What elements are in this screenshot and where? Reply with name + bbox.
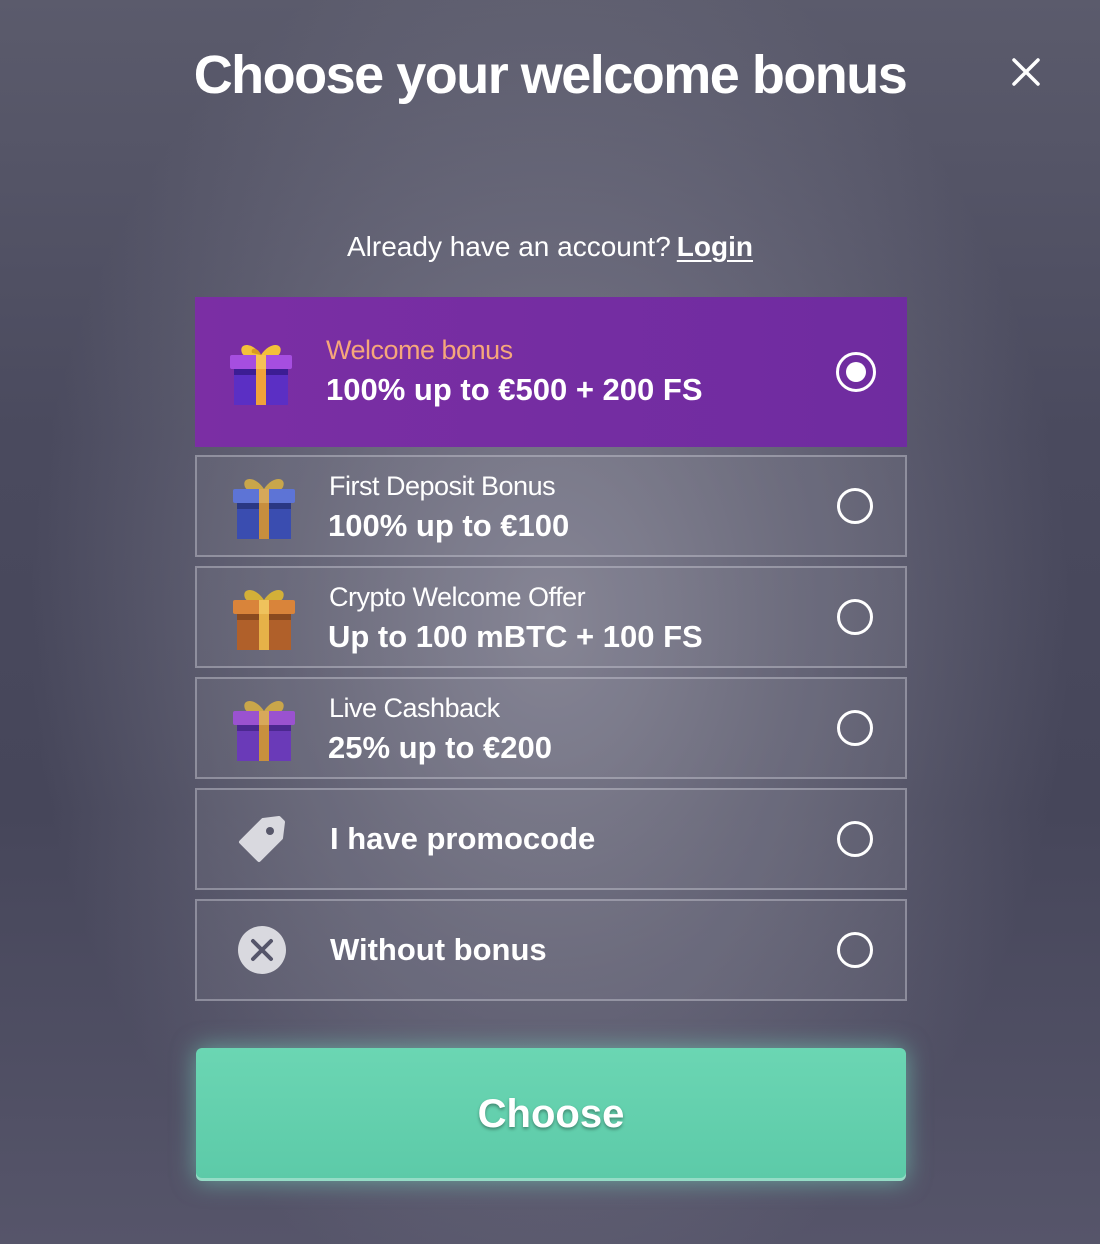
bonus-label: Live Cashback (329, 693, 500, 723)
choose-button[interactable]: Choose (196, 1048, 906, 1181)
dialog-title: Choose your welcome bonus (193, 45, 908, 105)
bonus-label: First Deposit Bonus (329, 471, 556, 501)
promocode-label: I have promocode (330, 821, 596, 856)
close-icon (1012, 58, 1040, 86)
bonus-value: Up to 100 mBTC + 100 FS (328, 619, 703, 654)
bonus-option-first-deposit[interactable]: First Deposit Bonus 100% up to €100 (195, 455, 907, 557)
bonus-label: Welcome bonus (326, 335, 513, 365)
bonus-options: Welcome bonus 100% up to €500 + 200 FS F… (195, 297, 907, 1010)
bonus-option-promocode[interactable]: I have promocode (195, 788, 907, 890)
bonus-value: 100% up to €500 + 200 FS (326, 372, 703, 407)
gift-blue-icon (231, 471, 297, 541)
login-link[interactable]: Login (677, 231, 753, 262)
radio-button[interactable] (837, 710, 873, 746)
account-prompt-text: Already have an account? (347, 231, 671, 262)
gift-purple-icon (231, 693, 297, 763)
x-circle-icon (231, 915, 297, 985)
gift-orange-icon (231, 582, 297, 652)
without-bonus-label: Without bonus (330, 932, 547, 967)
radio-button[interactable] (837, 488, 873, 524)
gift-purple-icon (228, 337, 294, 407)
bonus-option-welcome[interactable]: Welcome bonus 100% up to €500 + 200 FS (195, 297, 907, 447)
bonus-option-crypto[interactable]: Crypto Welcome Offer Up to 100 mBTC + 10… (195, 566, 907, 668)
bonus-option-without-bonus[interactable]: Without bonus (195, 899, 907, 1001)
bonus-label: Crypto Welcome Offer (329, 582, 586, 612)
radio-button[interactable] (837, 599, 873, 635)
radio-button[interactable] (837, 821, 873, 857)
bonus-option-live-cashback[interactable]: Live Cashback 25% up to €200 (195, 677, 907, 779)
bonus-value: 100% up to €100 (328, 508, 570, 543)
radio-button[interactable] (837, 932, 873, 968)
bonus-value: 25% up to €200 (328, 730, 552, 765)
tag-icon (231, 804, 297, 874)
radio-selected[interactable] (836, 352, 876, 392)
close-button[interactable] (1004, 50, 1048, 94)
account-prompt: Already have an account? Login (0, 228, 1100, 266)
